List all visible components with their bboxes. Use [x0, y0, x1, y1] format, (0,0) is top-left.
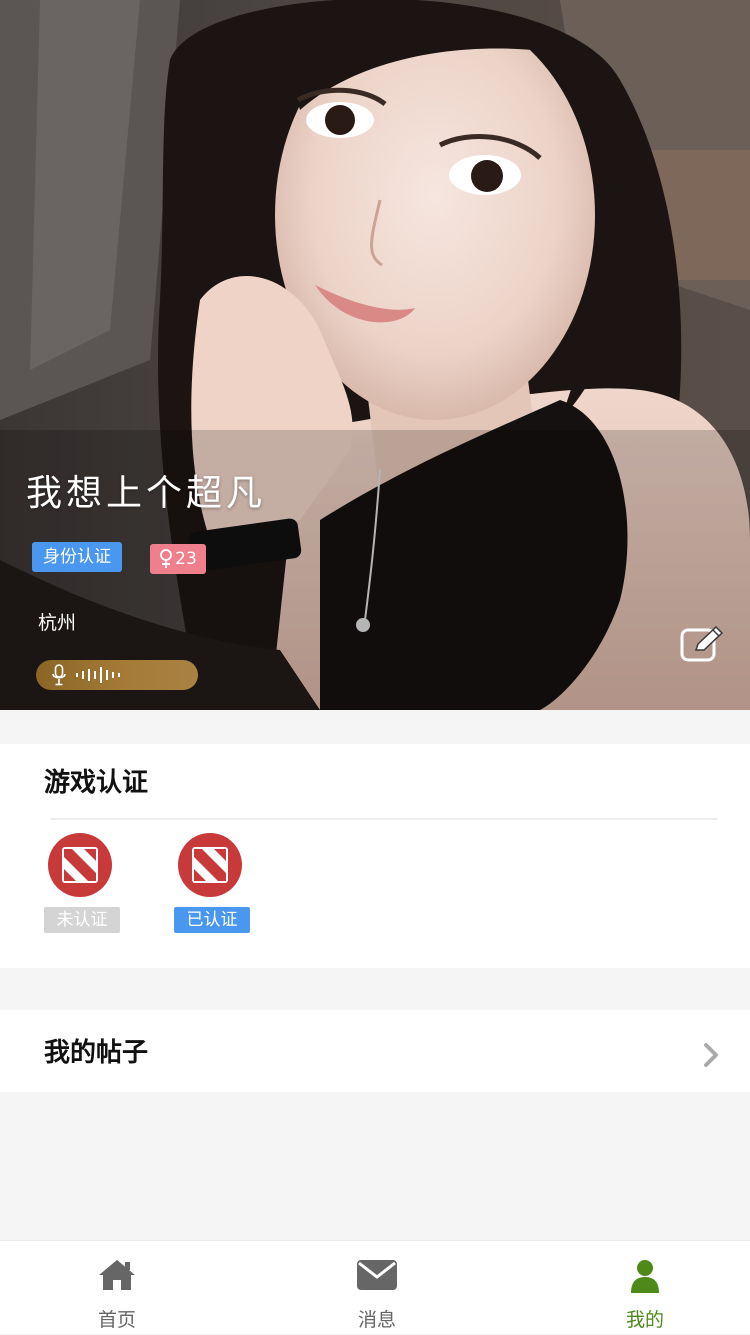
game-verification-title: 游戏认证	[44, 768, 149, 798]
home-icon	[99, 1260, 135, 1290]
profile-photo[interactable]	[0, 0, 750, 710]
edit-profile-icon[interactable]	[680, 626, 724, 662]
dota-logo-icon	[48, 833, 112, 897]
game-status-badge: 已认证	[174, 907, 250, 933]
profile-city: 杭州	[38, 612, 77, 634]
dota-logo-icon	[178, 833, 242, 897]
age-gender-badge: 23	[150, 544, 206, 574]
game-status-badge: 未认证	[44, 907, 120, 933]
tab-profile-label: 我的	[625, 1309, 664, 1331]
age-value: 23	[175, 549, 197, 569]
user-icon	[631, 1260, 659, 1293]
microphone-icon	[52, 664, 66, 686]
chevron-right-icon	[704, 1043, 718, 1067]
tab-messages[interactable]: 消息	[312, 1241, 442, 1335]
tab-home-label: 首页	[97, 1309, 136, 1331]
section-divider	[50, 818, 718, 820]
bottom-tab-bar: 首页 消息 我的	[0, 1240, 750, 1334]
profile-hero: 我想上个超凡 身份认证 23 杭州	[0, 0, 750, 710]
game-item-unverified[interactable]: 未认证	[44, 833, 120, 933]
tab-profile[interactable]: 我的	[580, 1241, 710, 1335]
id-verified-badge: 身份认证	[32, 542, 122, 572]
waveform-icon	[76, 667, 120, 683]
game-item-verified[interactable]: 已认证	[174, 833, 250, 933]
female-icon	[160, 549, 173, 568]
voice-intro-player[interactable]	[36, 660, 198, 690]
tab-messages-label: 消息	[357, 1309, 396, 1331]
tab-home[interactable]: 首页	[52, 1241, 182, 1335]
profile-username: 我想上个超凡	[26, 473, 267, 514]
mail-icon	[357, 1260, 397, 1290]
my-posts-title: 我的帖子	[44, 1038, 149, 1068]
my-posts-row[interactable]: 我的帖子	[0, 1010, 750, 1092]
